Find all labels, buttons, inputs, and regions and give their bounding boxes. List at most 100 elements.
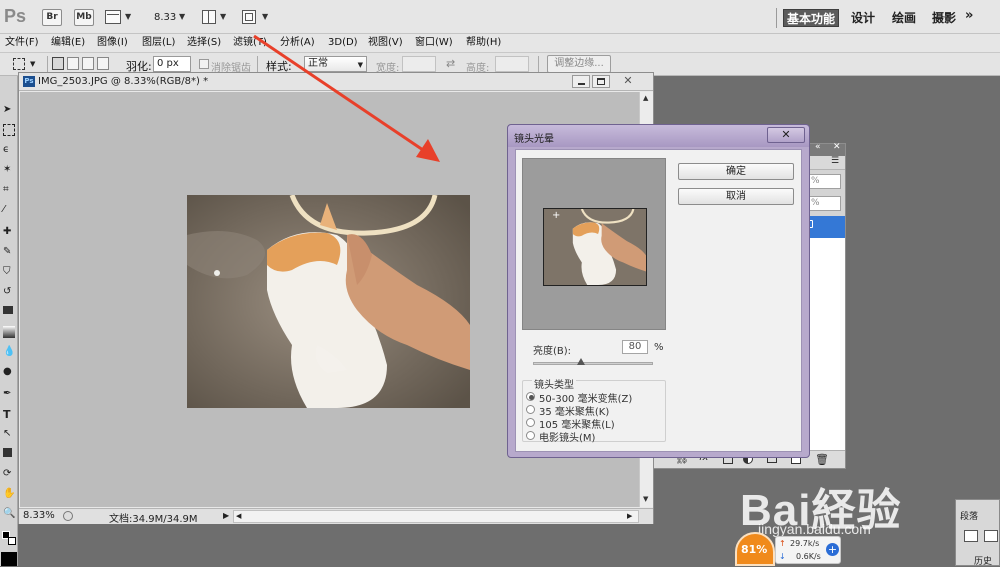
brightness-slider-thumb[interactable] (577, 358, 585, 365)
bridge-button[interactable]: Br (42, 9, 62, 26)
menu-edit[interactable]: 编辑(E) (51, 34, 85, 52)
magic-wand-icon[interactable]: ✶ (3, 164, 15, 176)
workspace-design-button[interactable]: 设计 (848, 9, 878, 27)
dialog-close-button[interactable]: ✕ (767, 127, 805, 143)
fill-field[interactable]: % (807, 196, 841, 211)
brightness-slider-track[interactable] (533, 362, 653, 365)
eyedropper-icon[interactable]: ⁄ (3, 204, 15, 216)
workspace-essentials-button[interactable]: 基本功能 (783, 9, 839, 27)
lens-50-300-radio[interactable] (526, 392, 535, 401)
scroll-down-icon[interactable]: ▼ (643, 495, 648, 503)
upload-speed: 29.7k/s (790, 539, 820, 548)
menu-layer[interactable]: 图层(L) (142, 34, 175, 52)
workspace-photography-button[interactable]: 摄影 (929, 9, 959, 27)
chevron-down-icon[interactable]: ▼ (30, 60, 35, 68)
dodge-tool-icon[interactable]: ● (3, 366, 15, 378)
marquee-tool-icon[interactable] (3, 124, 15, 136)
blur-tool-icon[interactable]: 💧 (3, 346, 15, 358)
path-selection-icon[interactable]: ↖ (3, 428, 15, 440)
scroll-right-icon[interactable]: ▶ (627, 512, 632, 520)
flare-preview[interactable]: + (522, 158, 666, 330)
clone-stamp-icon[interactable]: ⛉ (3, 266, 15, 278)
add-to-selection-icon[interactable] (67, 57, 79, 70)
horizontal-scrollbar[interactable]: ◀ ▶ (233, 510, 639, 523)
dialog-title: 镜头光晕 (514, 134, 554, 145)
cat-photo-drawing (187, 195, 470, 408)
crop-tool-icon[interactable]: ⌗ (3, 184, 15, 196)
history-brush-icon[interactable]: ↺ (3, 286, 15, 298)
move-tool-icon[interactable]: ➤ (3, 104, 15, 116)
refine-edge-button[interactable]: 调整边缘... (547, 55, 611, 73)
chevron-down-icon[interactable]: ▼ (262, 12, 268, 21)
brightness-unit: % (654, 342, 664, 353)
collapse-icon[interactable]: « (815, 142, 821, 152)
ok-button[interactable]: 确定 (678, 163, 794, 180)
menu-select[interactable]: 选择(S) (187, 34, 221, 52)
workspace-painting-button[interactable]: 绘画 (889, 9, 919, 27)
shape-tool-icon[interactable] (3, 448, 12, 457)
feather-input[interactable]: 0 px (153, 56, 191, 72)
scroll-left-icon[interactable]: ◀ (236, 512, 241, 520)
document-status-bar: 8.33% 文档:34.9M/34.9M ▶ ◀ ▶ (19, 508, 653, 525)
plus-icon[interactable]: + (826, 543, 839, 556)
paragraph-tab[interactable]: 段落 (960, 509, 978, 522)
eraser-icon[interactable] (3, 306, 13, 314)
maximize-button[interactable] (592, 75, 610, 88)
menu-file[interactable]: 文件(F) (5, 34, 39, 52)
more-workspaces-button[interactable]: » (965, 8, 973, 23)
panel-menu-icon[interactable]: ☰ (831, 156, 839, 166)
intersect-selection-icon[interactable] (97, 57, 109, 70)
healing-brush-icon[interactable]: ✚ (3, 226, 15, 238)
arrange-documents-icon[interactable] (202, 10, 216, 24)
rectangle-marquee-icon[interactable] (13, 58, 25, 70)
zoom-tool-icon[interactable]: 🔍 (3, 508, 15, 520)
window-controls (940, 1, 1000, 7)
flare-center-crosshair-icon[interactable]: + (552, 210, 560, 221)
trash-icon[interactable]: 🗑 (815, 453, 829, 466)
chevron-down-icon[interactable]: ▼ (220, 12, 226, 21)
close-icon[interactable]: ✕ (617, 74, 639, 88)
lens-105mm-radio[interactable] (526, 418, 535, 427)
history-tab[interactable]: 历史 (974, 554, 992, 567)
ps-document-icon: Ps (23, 76, 35, 87)
zoom-percentage[interactable]: 8.33% (23, 510, 55, 521)
background-color-swatch[interactable] (8, 537, 16, 545)
height-input[interactable] (495, 56, 529, 72)
lens-movie-prime-label[interactable]: 电影镜头(M) (539, 429, 595, 444)
pen-tool-icon[interactable]: ✒ (3, 388, 15, 400)
view-extras-icon[interactable] (105, 10, 121, 24)
screen-mode-icon[interactable] (242, 10, 256, 24)
close-icon[interactable]: ✕ (833, 142, 841, 152)
mini-bridge-button[interactable]: Mb (74, 9, 94, 26)
antialias-checkbox[interactable] (199, 59, 209, 69)
lens-movie-prime-radio[interactable] (526, 431, 535, 440)
opacity-field[interactable]: % (807, 174, 841, 189)
new-selection-icon[interactable] (52, 57, 64, 70)
cancel-button[interactable]: 取消 (678, 188, 794, 205)
brush-tool-icon[interactable]: ✎ (3, 246, 15, 258)
brightness-input[interactable]: 80 (622, 340, 648, 354)
status-info-icon[interactable] (63, 511, 73, 521)
network-monitor-gauge[interactable]: 81% (735, 532, 775, 566)
dialog-title-bar[interactable]: 镜头光晕 ✕ (508, 125, 809, 147)
minimize-button[interactable] (572, 75, 590, 88)
chevron-down-icon[interactable]: ▼ (179, 12, 185, 21)
lasso-tool-icon[interactable]: ϵ (3, 144, 15, 156)
application-bar: Ps Br Mb ▼ 8.33 ▼ ▼ ▼ 基本功能 设计 绘画 摄影 » (0, 0, 1000, 34)
chevron-down-icon[interactable]: ▼ (125, 12, 131, 21)
download-speed: 0.6K/s (796, 552, 821, 561)
align-center-icon[interactable] (984, 530, 998, 542)
3d-rotate-icon[interactable]: ⟳ (3, 468, 15, 480)
menu-image[interactable]: 图像(I) (97, 34, 128, 52)
align-left-icon[interactable] (964, 530, 978, 542)
scroll-up-icon[interactable]: ▲ (643, 94, 648, 102)
subtract-from-selection-icon[interactable] (82, 57, 94, 70)
hand-tool-icon[interactable]: ✋ (3, 488, 15, 500)
download-arrow-icon: ↓ (779, 552, 786, 561)
quick-mask-icon[interactable] (1, 552, 17, 566)
gradient-tool-icon[interactable] (3, 326, 15, 338)
lens-35mm-radio[interactable] (526, 405, 535, 414)
zoom-level-select[interactable]: 8.33 (154, 12, 176, 23)
type-tool-icon[interactable]: T (3, 408, 15, 421)
status-menu-arrow-icon[interactable]: ▶ (223, 511, 229, 520)
